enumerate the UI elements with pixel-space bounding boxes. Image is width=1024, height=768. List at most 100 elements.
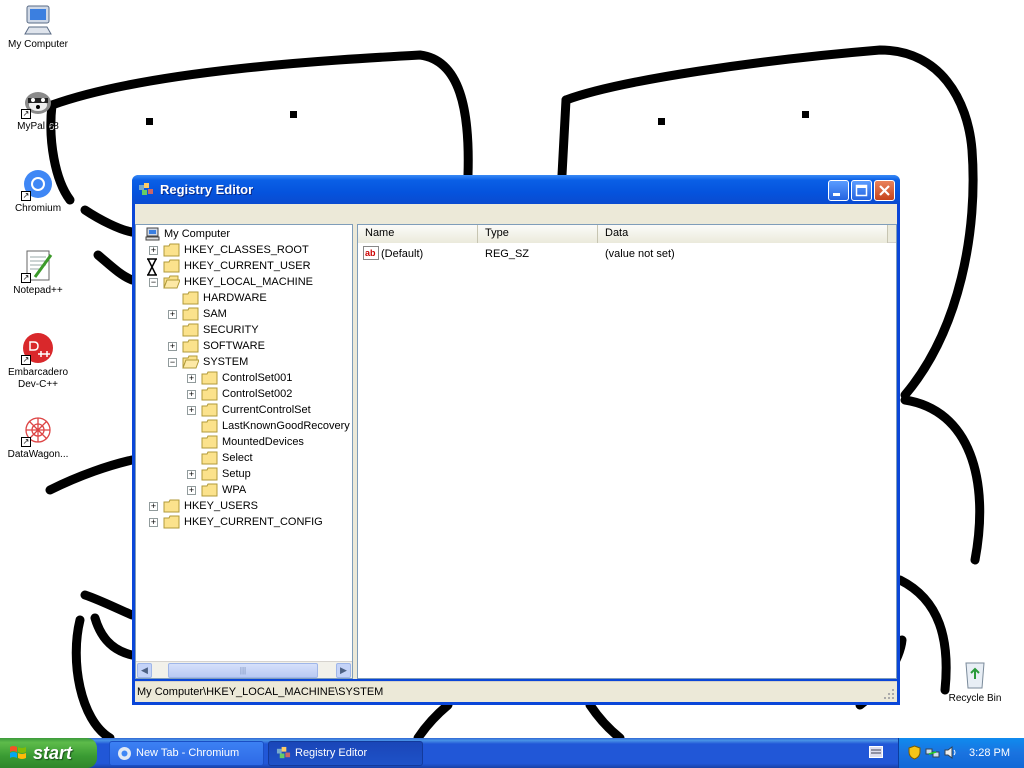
tree-item-hku[interactable]: + HKEY_USERS [136,498,352,514]
expand-icon[interactable]: + [149,246,158,255]
tree-item-label: HKEY_CURRENT_USER [184,260,311,272]
scrollbar-thumb[interactable]: ||| [168,663,318,678]
value-type: REG_SZ [485,248,530,260]
expand-icon[interactable]: + [187,390,196,399]
desktop-icon-my-computer[interactable]: My Computer [0,3,76,51]
tree-item-hardware[interactable]: HARDWARE [136,290,352,306]
tree-item-label: SECURITY [203,324,259,336]
close-icon [879,185,890,196]
network-icon[interactable] [925,745,940,760]
string-value-icon: ab [363,246,379,260]
tree-item-my-computer[interactable]: My Computer [136,226,352,242]
tree-item-setup[interactable]: + Setup [136,466,352,482]
expand-icon[interactable]: + [187,374,196,383]
registry-values-pane[interactable]: Name Type Data ab (Default) REG_SZ (value… [357,224,897,679]
desktop-icon-label: Embarcadero Dev-C++ [7,367,69,390]
registry-value-row[interactable]: ab (Default) REG_SZ (value not set) [358,246,896,263]
keyboard-layout-icon[interactable] [869,746,883,758]
tree-item-mounteddevices[interactable]: MountedDevices [136,434,352,450]
tree-item-label: ControlSet002 [222,388,293,400]
taskbar-button-registry-editor[interactable]: Registry Editor [268,741,423,766]
status-bar: My Computer\HKEY_LOCAL_MACHINE\SYSTEM [135,681,897,702]
tree-item-label: WPA [222,484,247,496]
value-name: (Default) [381,248,424,260]
resize-grip-icon[interactable] [883,688,895,700]
tree-item-hkcc[interactable]: + HKEY_CURRENT_CONFIG [136,514,352,530]
tree-item-wpa[interactable]: + WPA [136,482,352,498]
tree-item-hkcu[interactable]: HKEY_CURRENT_USER [136,258,352,276]
tree-item-sam[interactable]: + SAM [136,306,352,322]
tree-item-controlset001[interactable]: + ControlSet001 [136,370,352,386]
scroll-left-button[interactable]: ◀ [137,663,152,678]
tree-item-currentcontrolset[interactable]: + CurrentControlSet [136,402,352,418]
tree-item-security[interactable]: SECURITY [136,322,352,338]
regedit-icon [139,182,153,195]
expand-icon[interactable]: + [187,470,196,479]
taskbar: start New Tab - Chromium Registry Editor… [0,738,1024,768]
maximize-button[interactable] [851,180,872,201]
folder-icon [182,291,199,305]
title-bar[interactable]: Registry Editor [132,175,900,204]
column-header-name[interactable]: Name [358,225,478,243]
tree-item-label: ControlSet001 [222,372,293,384]
folder-icon [201,483,218,497]
taskbar-button-chromium[interactable]: New Tab - Chromium [109,741,264,766]
expand-icon[interactable]: + [187,406,196,415]
registry-editor-window[interactable]: Registry Editor My Computer + HKEY_CLASS… [132,175,900,705]
expand-icon[interactable]: + [187,486,196,495]
tree-item-lastknowngoodrecovery[interactable]: LastKnownGoodRecovery [136,418,352,434]
tree-item-system[interactable]: − SYSTEM [136,354,352,370]
expand-icon[interactable]: + [149,502,158,511]
start-label: start [33,742,73,763]
shortcut-arrow-icon: ↗ [21,355,31,365]
tree-item-label: CurrentControlSet [222,404,311,416]
desktop-icon-chromium[interactable]: ↗ Chromium [0,167,76,215]
regedit-icon [276,746,291,759]
tree-item-label: SYSTEM [203,356,249,368]
registry-tree-pane[interactable]: My Computer + HKEY_CLASSES_ROOT HKEY_CUR… [135,224,353,679]
folder-icon [201,387,218,401]
window-title: Registry Editor [160,182,254,197]
tree-item-label: HKEY_CURRENT_CONFIG [184,516,323,528]
desktop-icon-devcpp[interactable]: ↗ Embarcadero Dev-C++ [0,331,76,391]
folder-icon [201,403,218,417]
desktop-icon-label: MyPal 68 [17,121,59,132]
status-path: My Computer\HKEY_LOCAL_MACHINE\SYSTEM [137,686,384,698]
column-header-data[interactable]: Data [598,225,888,243]
mypal-raccoon-icon: ↗ [21,85,55,119]
windows-flag-icon [10,746,26,759]
expand-icon[interactable]: + [168,342,177,351]
tree-item-label: HKEY_LOCAL_MACHINE [184,276,313,288]
taskbar-button-label: New Tab - Chromium [136,747,240,759]
desktop-icon-datawagon[interactable]: ↗ DataWagon... [0,413,76,461]
scroll-right-button[interactable]: ▶ [336,663,351,678]
collapse-icon[interactable]: − [149,278,158,287]
desktop-icon-recycle-bin[interactable]: Recycle Bin [937,657,1013,705]
tree-item-hkcr[interactable]: + HKEY_CLASSES_ROOT [136,242,352,258]
folder-icon [163,243,180,257]
column-header-type[interactable]: Type [478,225,598,243]
tree-horizontal-scrollbar[interactable]: ◀ ||| ▶ [136,661,352,678]
speaker-icon[interactable] [943,745,958,760]
expand-icon[interactable]: + [168,310,177,319]
clock[interactable]: 3:28 PM [969,738,1010,768]
shortcut-arrow-icon: ↗ [21,109,31,119]
tree-item-select[interactable]: Select [136,450,352,466]
expand-icon[interactable]: + [149,518,158,527]
my-computer-icon [145,227,160,241]
start-button[interactable]: start [0,738,97,768]
desktop-icon-mypal[interactable]: ↗ MyPal 68 [0,85,76,133]
folder-icon [163,259,180,273]
tree-item-software[interactable]: + SOFTWARE [136,338,352,354]
minimize-button[interactable] [828,180,849,201]
shortcut-arrow-icon: ↗ [21,191,31,201]
security-shield-icon[interactable] [907,745,922,760]
shortcut-arrow-icon: ↗ [21,273,31,283]
close-button[interactable] [874,180,895,201]
desktop-icon-notepad-plus-plus[interactable]: ↗ Notepad++ [0,249,76,297]
window-client-area: My Computer + HKEY_CLASSES_ROOT HKEY_CUR… [135,224,897,679]
tree-item-label: MountedDevices [222,436,304,448]
collapse-icon[interactable]: − [168,358,177,367]
tree-item-hklm[interactable]: − HKEY_LOCAL_MACHINE [136,274,352,290]
tree-item-controlset002[interactable]: + ControlSet002 [136,386,352,402]
